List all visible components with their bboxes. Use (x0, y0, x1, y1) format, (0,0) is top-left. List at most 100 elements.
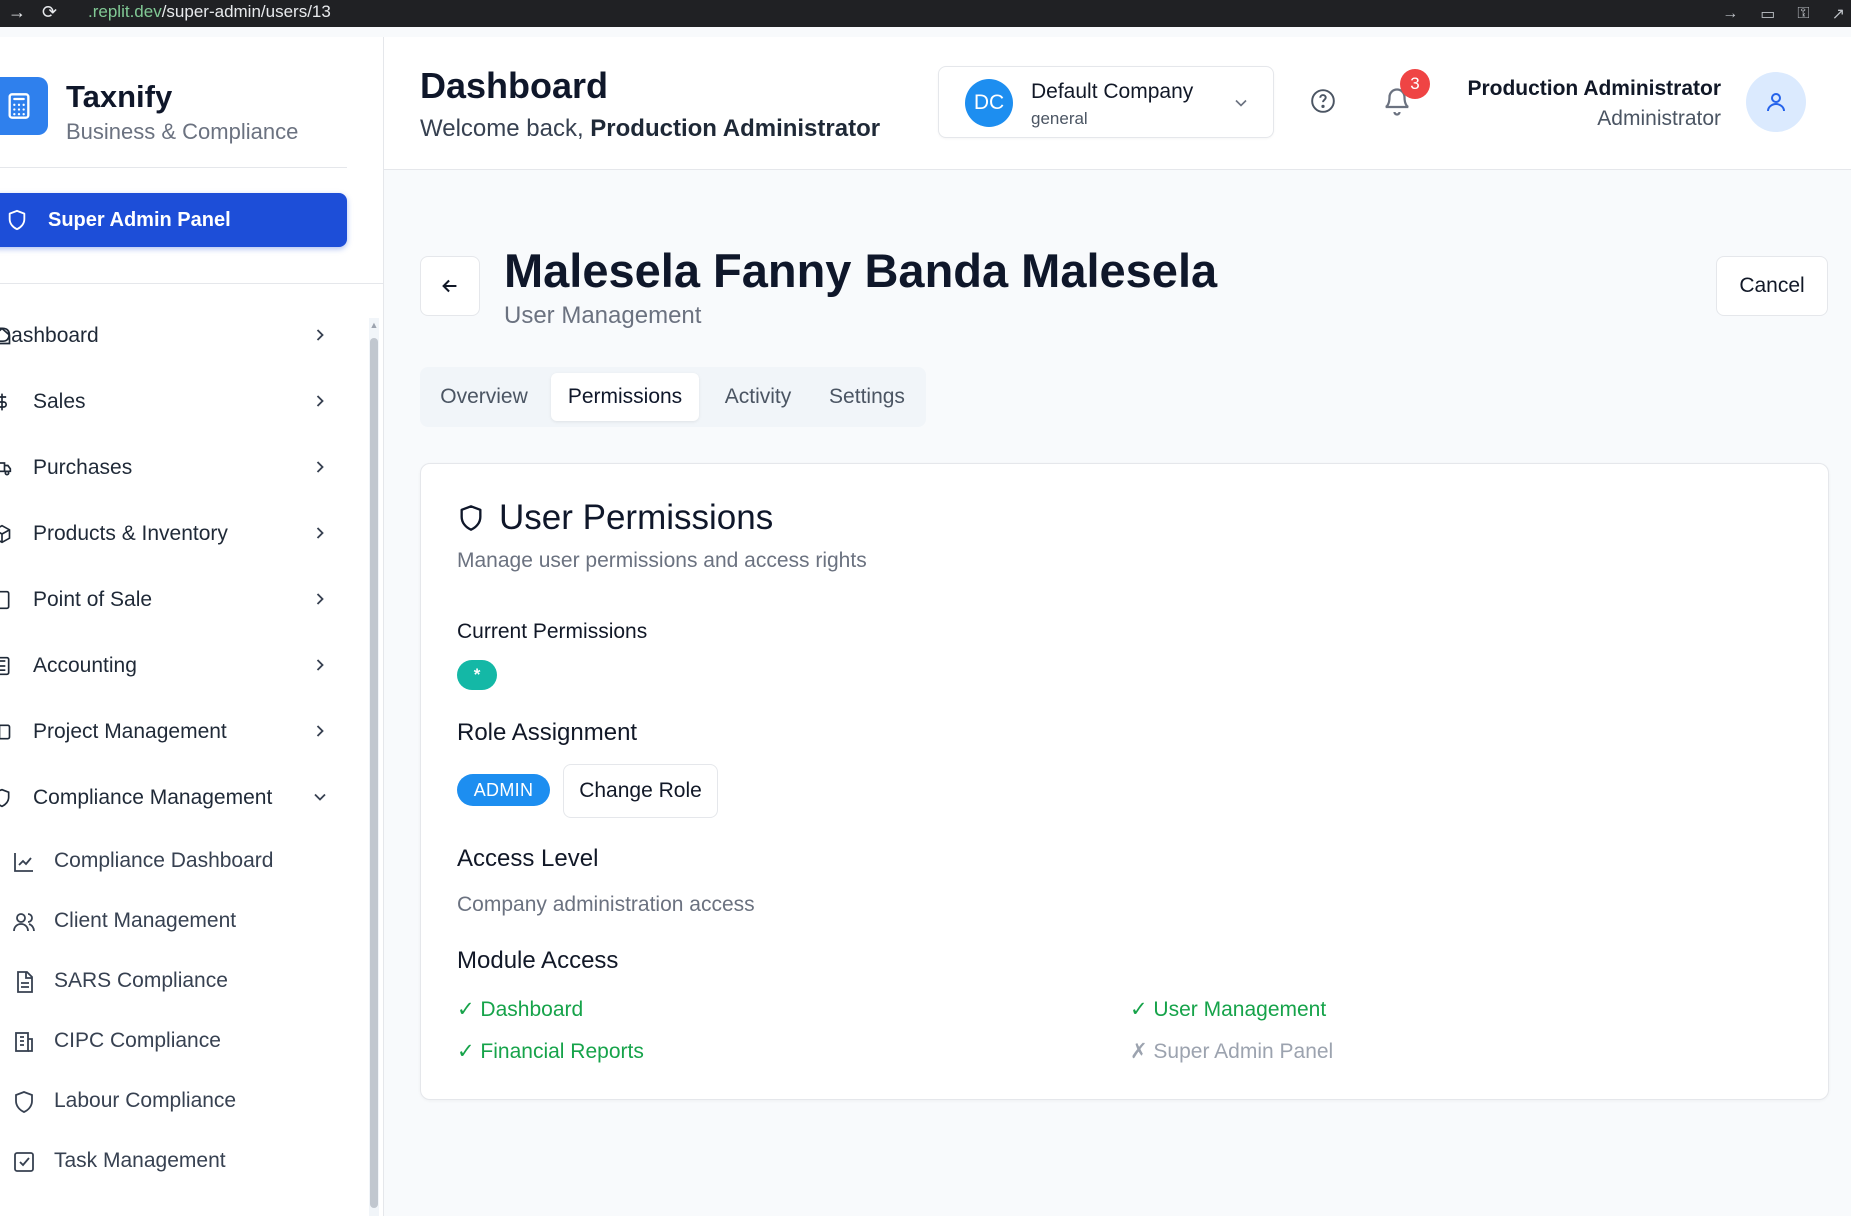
sidebar-item-sales[interactable]: Sales (0, 369, 340, 435)
company-name: Default Company (1031, 80, 1194, 103)
document-icon (17, 971, 33, 993)
access-level-label: Access Level (457, 845, 599, 872)
shield-icon (0, 788, 10, 808)
permissions-card: User Permissions Manage user permissions… (420, 463, 1829, 1100)
checkbox-icon (14, 1152, 34, 1172)
chevron-right-icon (316, 527, 324, 539)
sidebar-item-accounting[interactable]: Accounting (0, 633, 340, 699)
chevron-right-icon (316, 461, 324, 473)
building-icon (15, 1032, 33, 1052)
brand-title: Taxnify (66, 79, 173, 114)
sidebar-subitem-cipc-compliance[interactable]: CIPC Compliance (0, 1011, 340, 1071)
sidebar-item-compliance-management[interactable]: Compliance Management (0, 765, 340, 831)
chevron-right-icon (316, 593, 324, 605)
module-financial-reports: ✓ Financial Reports (457, 1040, 644, 1063)
chevron-down-icon (1235, 99, 1247, 107)
sidebar-subitem-sars-compliance[interactable]: SARS Compliance (0, 951, 340, 1011)
notification-badge: 3 (1400, 69, 1430, 99)
sidebar-item-purchases[interactable]: Purchases (0, 435, 340, 501)
sidebar-item-dashboard[interactable]: Dashboard (0, 303, 340, 369)
tab-activity[interactable]: Activity (703, 373, 813, 421)
sidebar-subitem-client-management[interactable]: Client Management (0, 891, 340, 951)
help-icon[interactable] (1310, 88, 1336, 114)
module-dashboard: ✓ Dashboard (457, 998, 584, 1021)
shield-icon (460, 505, 482, 531)
sidebar-subitem-label: Task Management (54, 1149, 226, 1172)
sidebar-subitem-label: SARS Compliance (54, 969, 228, 992)
reload-icon[interactable]: ⟳ (42, 2, 57, 23)
user-icon (1767, 93, 1785, 112)
sidebar-item-project-management[interactable]: Project Management (0, 699, 340, 765)
chevron-right-icon (316, 329, 324, 341)
sidebar-subitem-labour-compliance[interactable]: Labour Compliance (0, 1071, 340, 1131)
super-admin-label: Super Admin Panel (48, 208, 231, 231)
user-name: Production Administrator (1467, 77, 1721, 100)
tablet-icon (0, 590, 10, 610)
cancel-button[interactable]: Cancel (1716, 256, 1828, 316)
forward-icon[interactable]: → (8, 2, 26, 23)
page-title: Malesela Fanny Banda Malesela (504, 244, 1218, 297)
chart-icon (14, 853, 33, 872)
user-role: Administrator (1597, 107, 1721, 130)
sidebar-subitem-label: Client Management (54, 909, 237, 932)
tab-settings[interactable]: Settings (815, 373, 919, 421)
top-header: Dashboard Welcome back, Production Admin… (384, 37, 1851, 170)
sidebar-item-label: Sales (33, 390, 86, 413)
card-title: User Permissions (457, 498, 773, 538)
shield-icon (15, 1091, 33, 1113)
welcome-message: Welcome back, Production Administrator (420, 115, 880, 143)
key-icon[interactable]: ⚿ (1797, 5, 1809, 23)
sidebar-subitem-label: Compliance Dashboard (54, 849, 274, 872)
sidebar-item-label: Dashboard (0, 324, 99, 347)
chevron-right-icon (316, 659, 324, 671)
tab-permissions[interactable]: Permissions (551, 373, 699, 421)
change-role-button[interactable]: Change Role (563, 764, 718, 818)
arrow-left-icon (442, 279, 457, 293)
url-path: /super-admin/users/13 (161, 2, 331, 21)
module-super-admin-panel: ✗ Super Admin Panel (1130, 1040, 1334, 1063)
divider (0, 167, 347, 168)
sidebar-subitem-task-management[interactable]: Task Management (0, 1131, 340, 1191)
truck-icon (0, 462, 12, 476)
brand-subtitle: Business & Compliance (66, 119, 299, 144)
sidebar-subitem-label: Labour Compliance (54, 1089, 237, 1112)
scrollbar-thumb[interactable] (370, 338, 378, 1208)
back-button[interactable] (420, 256, 480, 316)
sidebar-item-label: Accounting (33, 654, 137, 677)
sidebar-item-products-inventory[interactable]: Products & Inventory (0, 501, 340, 567)
monitor-icon[interactable]: ▭ (1760, 4, 1775, 24)
calculator-icon (0, 656, 10, 676)
sidebar-scrollbar[interactable]: ▲ (369, 318, 379, 1216)
welcome-name: Production Administrator (590, 115, 881, 142)
folder-icon (0, 724, 11, 740)
sidebar-item-label: Point of Sale (33, 588, 153, 611)
avatar[interactable] (1746, 72, 1806, 132)
tab-overview[interactable]: Overview (426, 373, 542, 421)
external-link-icon[interactable]: ↗ (1832, 4, 1845, 24)
send-icon[interactable]: → (1722, 5, 1738, 23)
sidebar-subitem-compliance-dashboard[interactable]: Compliance Dashboard (0, 831, 340, 891)
chevron-down-icon (314, 793, 326, 801)
company-selector[interactable]: DC Default Company general (938, 66, 1274, 138)
sidebar-item-point-of-sale[interactable]: Point of Sale (0, 567, 340, 633)
dollar-icon (0, 393, 7, 411)
tab-list: Overview Permissions Activity Settings (420, 367, 926, 427)
browser-actions: → ▭ ⚿ ↗ (1722, 0, 1851, 27)
users-icon (13, 913, 35, 932)
sidebar-item-label: Compliance Management (33, 786, 273, 809)
role-badge: ADMIN (457, 774, 550, 806)
calculator-icon (0, 77, 48, 135)
super-admin-panel-button[interactable]: Super Admin Panel (0, 193, 347, 247)
welcome-prefix: Welcome back, (420, 115, 591, 142)
url-host: .replit.dev (88, 2, 162, 21)
address-bar[interactable]: .replit.dev/super-admin/users/13 (88, 2, 331, 22)
page-subtitle: User Management (504, 302, 702, 329)
access-level-text: Company administration access (457, 893, 755, 916)
browser-bar: → ⟳ .replit.dev/super-admin/users/13 → ▭… (0, 0, 1851, 27)
card-title-text: User Permissions (499, 498, 774, 537)
divider (0, 283, 384, 284)
chevron-right-icon (316, 725, 324, 737)
sidebar: Taxnify Business & Compliance Super Admi… (0, 37, 384, 1216)
scroll-up-icon[interactable]: ▲ (369, 320, 379, 330)
sidebar-item-label: Products & Inventory (33, 522, 228, 545)
